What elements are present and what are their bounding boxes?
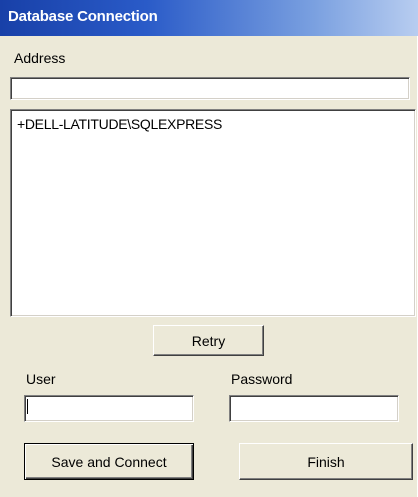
user-input[interactable]	[24, 395, 194, 422]
address-input[interactable]	[10, 77, 410, 100]
save-and-connect-button-label: Save and Connect	[51, 453, 167, 470]
password-input[interactable]	[229, 395, 399, 422]
finish-button[interactable]: Finish	[239, 443, 413, 480]
server-list-item[interactable]: +DELL-LATITUDE\SQLEXPRESS	[11, 110, 415, 132]
database-connection-dialog: Database Connection Address +DELL-LATITU…	[0, 0, 418, 497]
server-listbox[interactable]: +DELL-LATITUDE\SQLEXPRESS	[10, 109, 416, 317]
text-caret	[27, 399, 28, 414]
password-label: Password	[231, 371, 293, 387]
title-bar[interactable]: Database Connection	[0, 0, 418, 36]
user-label: User	[26, 371, 56, 387]
window-title: Database Connection	[8, 8, 158, 25]
save-and-connect-button[interactable]: Save and Connect	[24, 443, 194, 480]
finish-button-label: Finish	[307, 453, 345, 470]
retry-button-label: Retry	[191, 332, 226, 349]
user-field-wrap	[24, 395, 194, 422]
retry-button[interactable]: Retry	[153, 325, 264, 356]
address-label: Address	[14, 50, 66, 66]
